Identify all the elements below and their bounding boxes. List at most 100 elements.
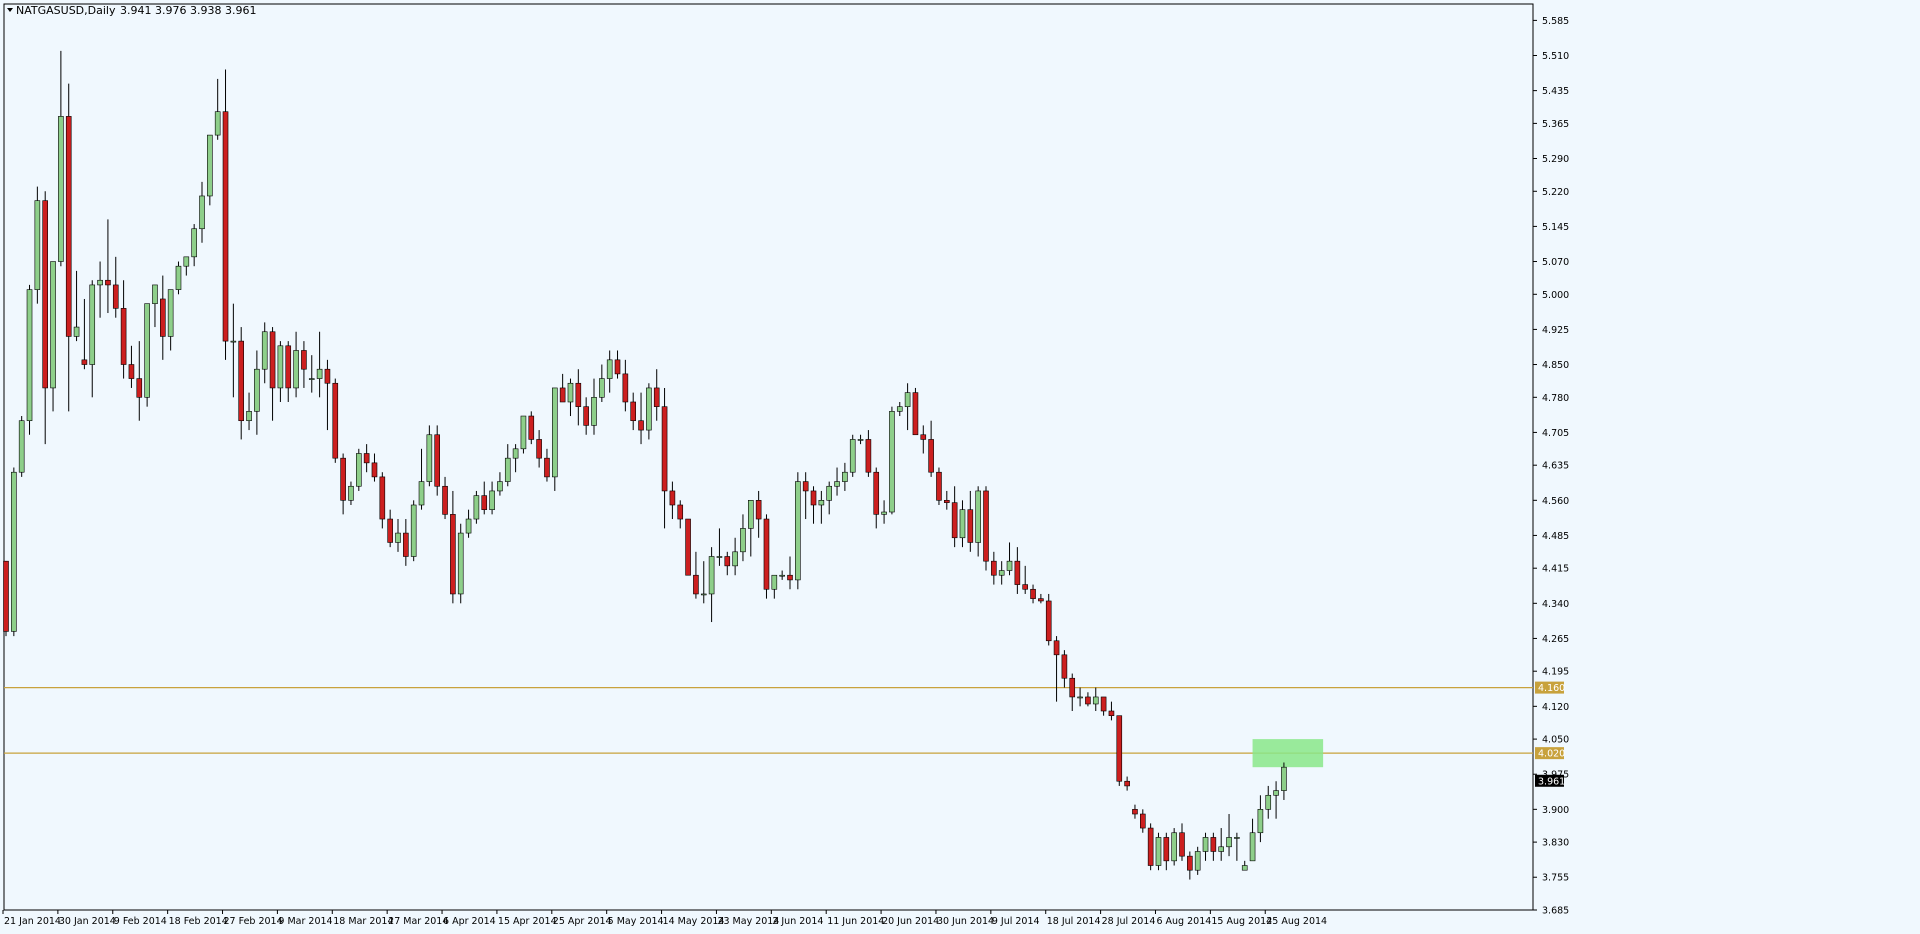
candle-body	[1124, 780, 1130, 787]
candle-body	[473, 495, 480, 520]
y-tick-label: 5.510	[1542, 51, 1569, 62]
candle-body	[1171, 832, 1177, 862]
candle-body	[842, 471, 848, 482]
candle-body	[1132, 809, 1138, 815]
chart-area[interactable]: 5.585 5.510 5.435 5.365 5.290 5.220 5.145 5.070…	[0, 0, 1920, 930]
candle-body	[42, 200, 49, 389]
candle[interactable]	[434, 425, 441, 496]
y-tick-label: 4.265	[1542, 634, 1569, 645]
candle-body	[246, 411, 252, 422]
candle-body	[1069, 677, 1076, 698]
candle[interactable]	[1155, 832, 1162, 871]
x-tick-label: 25 Aug 2014	[1266, 916, 1327, 927]
candle[interactable]	[144, 303, 150, 407]
candle-body	[355, 453, 362, 487]
candle-body	[536, 439, 542, 459]
x-tick-label: 5 May 2014	[608, 916, 664, 927]
level-price-text: 4.160	[1538, 683, 1565, 694]
candle[interactable]	[175, 261, 182, 295]
candle[interactable]	[473, 490, 480, 524]
candle-body	[1226, 837, 1232, 848]
x-tick-label: 25 Apr 2014	[553, 916, 612, 927]
candle-body	[1014, 560, 1021, 585]
candle[interactable]	[1171, 828, 1177, 866]
candle-body	[105, 279, 111, 286]
y-tick-label: 5.220	[1542, 187, 1569, 198]
candle-body	[606, 359, 613, 379]
candle[interactable]	[849, 434, 856, 477]
candle[interactable]	[912, 387, 919, 436]
candle[interactable]	[1116, 715, 1123, 786]
x-tick-label: 9 Jul 2014	[992, 916, 1040, 927]
candle-body	[144, 303, 150, 398]
candle[interactable]	[26, 284, 33, 435]
candle[interactable]	[763, 514, 770, 599]
candle-body	[1147, 827, 1154, 866]
candle[interactable]	[983, 486, 989, 571]
candle-body	[418, 481, 425, 506]
candle-body	[128, 364, 135, 379]
candle-body	[661, 406, 668, 492]
candle[interactable]	[18, 416, 25, 477]
y-tick-label: 4.925	[1542, 325, 1569, 336]
candle[interactable]	[3, 560, 9, 637]
candle-body	[222, 111, 229, 342]
candle-body	[97, 279, 103, 286]
candle[interactable]	[795, 472, 801, 590]
candle[interactable]	[551, 387, 558, 491]
candle-body	[81, 359, 88, 365]
candle[interactable]	[936, 467, 942, 505]
candle[interactable]	[528, 411, 535, 445]
candle-body	[912, 392, 919, 436]
candle-body	[175, 265, 182, 290]
candle[interactable]	[520, 415, 527, 454]
candle-body	[11, 471, 17, 632]
candle[interactable]	[685, 518, 691, 576]
resistance-zone[interactable]	[1252, 739, 1324, 768]
candle-body	[65, 116, 72, 337]
candlestick-chart[interactable]: 5.585 5.510 5.435 5.365 5.290 5.220 5.145 5.070…	[0, 0, 1920, 930]
candle[interactable]	[332, 378, 339, 463]
candle-body	[1265, 794, 1272, 810]
candle-body	[199, 195, 205, 230]
candle-body	[442, 485, 448, 515]
candle[interactable]	[1147, 823, 1154, 871]
candle-body	[160, 298, 166, 337]
candle[interactable]	[222, 69, 229, 360]
y-tick-label: 3.755	[1542, 873, 1569, 884]
candle-body	[700, 593, 707, 596]
y-tick-label: 4.195	[1542, 667, 1569, 678]
candle-body	[403, 532, 409, 557]
candle[interactable]	[410, 500, 417, 562]
candle[interactable]	[457, 523, 464, 604]
candle-body	[1045, 600, 1052, 642]
candle-body	[1108, 710, 1115, 716]
candle[interactable]	[34, 186, 41, 304]
candle-body	[896, 406, 903, 412]
candle[interactable]	[1045, 593, 1052, 646]
y-tick-label: 4.705	[1542, 428, 1569, 439]
x-tick-label: 15 Aug 2014	[1211, 916, 1272, 927]
current-price-text: 3.961	[1538, 776, 1565, 787]
candle[interactable]	[11, 467, 17, 637]
candle-body	[1202, 837, 1209, 852]
x-tick-label: 6 Aug 2014	[1156, 916, 1211, 927]
y-tick-label: 4.485	[1542, 531, 1569, 542]
candle-body	[599, 378, 605, 398]
candle-body	[489, 490, 495, 510]
candle-body	[1022, 584, 1029, 590]
candle-body	[1234, 837, 1240, 839]
candle[interactable]	[207, 134, 213, 206]
candle[interactable]	[426, 425, 433, 487]
candle-body	[1085, 696, 1091, 705]
candle[interactable]	[355, 448, 362, 491]
candle[interactable]	[889, 406, 895, 515]
candle-body	[1273, 790, 1279, 796]
candle-body	[183, 256, 190, 267]
candle-body	[269, 331, 276, 389]
candle-body	[434, 434, 441, 487]
candle-body	[1155, 837, 1162, 866]
candle-body	[3, 560, 9, 632]
candle-body	[1281, 766, 1287, 791]
x-tick-label: 27 Feb 2014	[224, 916, 283, 927]
